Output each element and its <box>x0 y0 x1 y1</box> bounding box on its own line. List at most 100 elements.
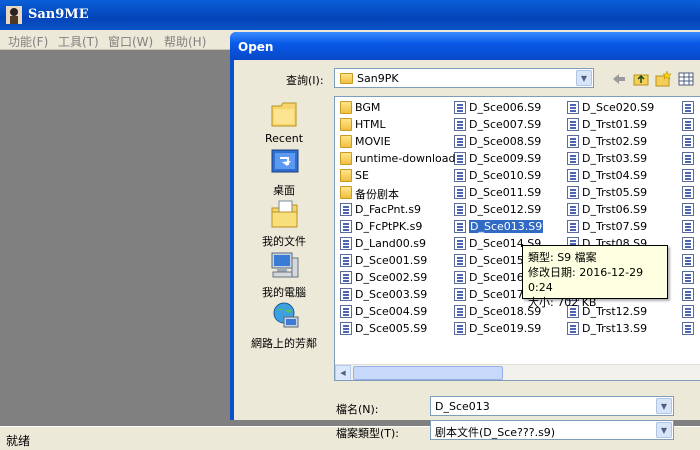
place-network[interactable]: 網路上的芳鄰 <box>246 301 322 351</box>
places-bar: Recent 桌面 我的文件 我的電腦 網路上的芳鄰 <box>246 98 322 388</box>
s9-file-icon <box>454 118 466 131</box>
file-item[interactable] <box>680 270 700 286</box>
s9-file-icon <box>567 118 579 131</box>
dialog-titlebar[interactable]: Open <box>230 32 700 60</box>
menu-help[interactable]: 帮助(H) <box>164 33 206 50</box>
place-desktop[interactable]: 桌面 <box>246 148 322 198</box>
look-in-label: 查詢(I): <box>286 74 324 87</box>
file-item[interactable]: D_Trst06.S9 <box>565 202 675 218</box>
file-item[interactable]: D_Sce008.S9 <box>452 134 562 150</box>
s9-file-icon <box>340 305 352 318</box>
file-name: D_Sce005.S9 <box>355 322 428 335</box>
file-item[interactable]: D_Sce010.S9 <box>452 168 562 184</box>
file-item[interactable]: D_FacPnt.s9 <box>338 202 448 218</box>
folder-item[interactable]: SE <box>338 168 448 184</box>
file-item[interactable] <box>680 134 700 150</box>
file-item[interactable] <box>680 100 700 116</box>
file-item[interactable]: D_Sce003.S9 <box>338 287 448 303</box>
filetype-value: 剧本文件(D_Sce???.s9) <box>435 426 556 439</box>
scroll-left-icon[interactable]: ◀ <box>335 365 351 380</box>
s9-file-icon <box>567 220 579 233</box>
open-dialog: Open 查詢(I): San9PK ▼ Recent 桌面 我的文件 我的電腦… <box>230 32 700 440</box>
file-item[interactable]: D_Sce019.S9 <box>452 321 562 337</box>
file-name: D_Trst02.S9 <box>582 135 648 148</box>
file-item[interactable] <box>680 117 700 133</box>
file-item[interactable] <box>680 287 700 303</box>
file-name: D_Sce013.S9 <box>467 219 545 234</box>
place-label: 桌面 <box>273 184 295 197</box>
file-item[interactable]: D_Trst04.S9 <box>565 168 675 184</box>
file-item[interactable] <box>680 236 700 252</box>
file-item[interactable] <box>680 185 700 201</box>
back-icon[interactable] <box>610 70 628 88</box>
file-item[interactable]: D_Trst03.S9 <box>565 151 675 167</box>
chevron-down-icon[interactable]: ▼ <box>656 398 672 414</box>
folder-item[interactable]: HTML <box>338 117 448 133</box>
place-my-computer[interactable]: 我的電腦 <box>246 250 322 300</box>
new-folder-icon[interactable] <box>654 70 672 88</box>
file-item[interactable]: D_Trst07.S9 <box>565 219 675 235</box>
file-item[interactable]: D_Sce013.S9 <box>452 219 562 235</box>
folder-item[interactable]: runtime-download <box>338 151 455 167</box>
file-name: D_Sce007.S9 <box>469 118 542 131</box>
file-item[interactable]: D_Sce009.S9 <box>452 151 562 167</box>
view-menu-icon[interactable] <box>678 70 696 88</box>
up-folder-icon[interactable] <box>632 70 650 88</box>
file-info-tooltip: 類型: S9 檔案 修改日期: 2016-12-29 0:24 大小: 702 … <box>522 245 668 309</box>
menu-function[interactable]: 功能(F) <box>8 33 48 50</box>
s9-file-icon <box>567 203 579 216</box>
filename-input[interactable]: D_Sce013 ▼ <box>430 396 674 416</box>
folder-icon <box>340 169 352 182</box>
chevron-down-icon[interactable]: ▼ <box>576 70 592 86</box>
folder-item[interactable]: 备份剧本 <box>338 185 448 201</box>
file-item[interactable]: D_Sce011.S9 <box>452 185 562 201</box>
place-label: 我的電腦 <box>262 286 306 299</box>
horizontal-scrollbar[interactable]: ◀ <box>335 364 700 380</box>
file-item[interactable]: D_Land00.s9 <box>338 236 448 252</box>
file-item[interactable]: D_Trst02.S9 <box>565 134 675 150</box>
scrollbar-thumb[interactable] <box>353 366 503 380</box>
file-item[interactable]: D_Sce001.S9 <box>338 253 448 269</box>
file-list[interactable]: D_Trst13.S9 D_Trst12.S9 D_Trst08.S9 D_Trst0… <box>334 96 700 381</box>
folder-item[interactable]: MOVIE <box>338 134 448 150</box>
file-item[interactable] <box>680 304 700 320</box>
file-name: D_FcPtPK.s9 <box>355 220 423 233</box>
file-item[interactable]: D_Trst05.S9 <box>565 185 675 201</box>
file-item[interactable] <box>680 321 700 337</box>
file-name: HTML <box>355 118 386 131</box>
filetype-select[interactable]: 剧本文件(D_Sce???.s9) ▼ <box>430 420 674 440</box>
s9-file-icon <box>567 101 579 114</box>
file-item[interactable]: D_Sce012.S9 <box>452 202 562 218</box>
place-label: Recent <box>264 132 304 145</box>
file-item[interactable]: D_Sce004.S9 <box>338 304 448 320</box>
s9-file-icon <box>454 220 466 233</box>
s9-file-icon <box>682 237 694 250</box>
file-item[interactable]: D_Sce005.S9 <box>338 321 448 337</box>
folder-item[interactable]: BGM <box>338 100 448 116</box>
chevron-down-icon[interactable]: ▼ <box>656 422 672 438</box>
file-item[interactable]: D_Trst13.S9 <box>565 321 675 337</box>
menu-tools[interactable]: 工具(T) <box>58 33 99 50</box>
s9-file-icon <box>682 135 694 148</box>
file-name: D_Sce020.S9 <box>582 101 655 114</box>
file-name: D_FacPnt.s9 <box>355 203 422 216</box>
filename-label: 檔名(N): <box>336 403 379 416</box>
file-item[interactable]: D_Sce020.S9 <box>565 100 675 116</box>
file-item[interactable]: D_Trst01.S9 <box>565 117 675 133</box>
file-item[interactable] <box>680 151 700 167</box>
file-item[interactable] <box>680 219 700 235</box>
file-item[interactable] <box>680 168 700 184</box>
folder-icon <box>340 101 352 114</box>
place-my-documents[interactable]: 我的文件 <box>246 199 322 249</box>
file-item[interactable]: D_Sce006.S9 <box>452 100 562 116</box>
file-item[interactable] <box>680 253 700 269</box>
file-item[interactable]: D_Sce007.S9 <box>452 117 562 133</box>
file-item[interactable]: D_Sce002.S9 <box>338 270 448 286</box>
look-in-combo[interactable]: San9PK ▼ <box>334 68 594 88</box>
place-label: 我的文件 <box>262 235 306 248</box>
place-recent[interactable]: Recent <box>246 98 322 148</box>
file-item[interactable]: D_FcPtPK.s9 <box>338 219 448 235</box>
file-item[interactable] <box>680 202 700 218</box>
menu-window[interactable]: 窗口(W) <box>108 33 153 50</box>
folder-icon <box>340 73 353 84</box>
